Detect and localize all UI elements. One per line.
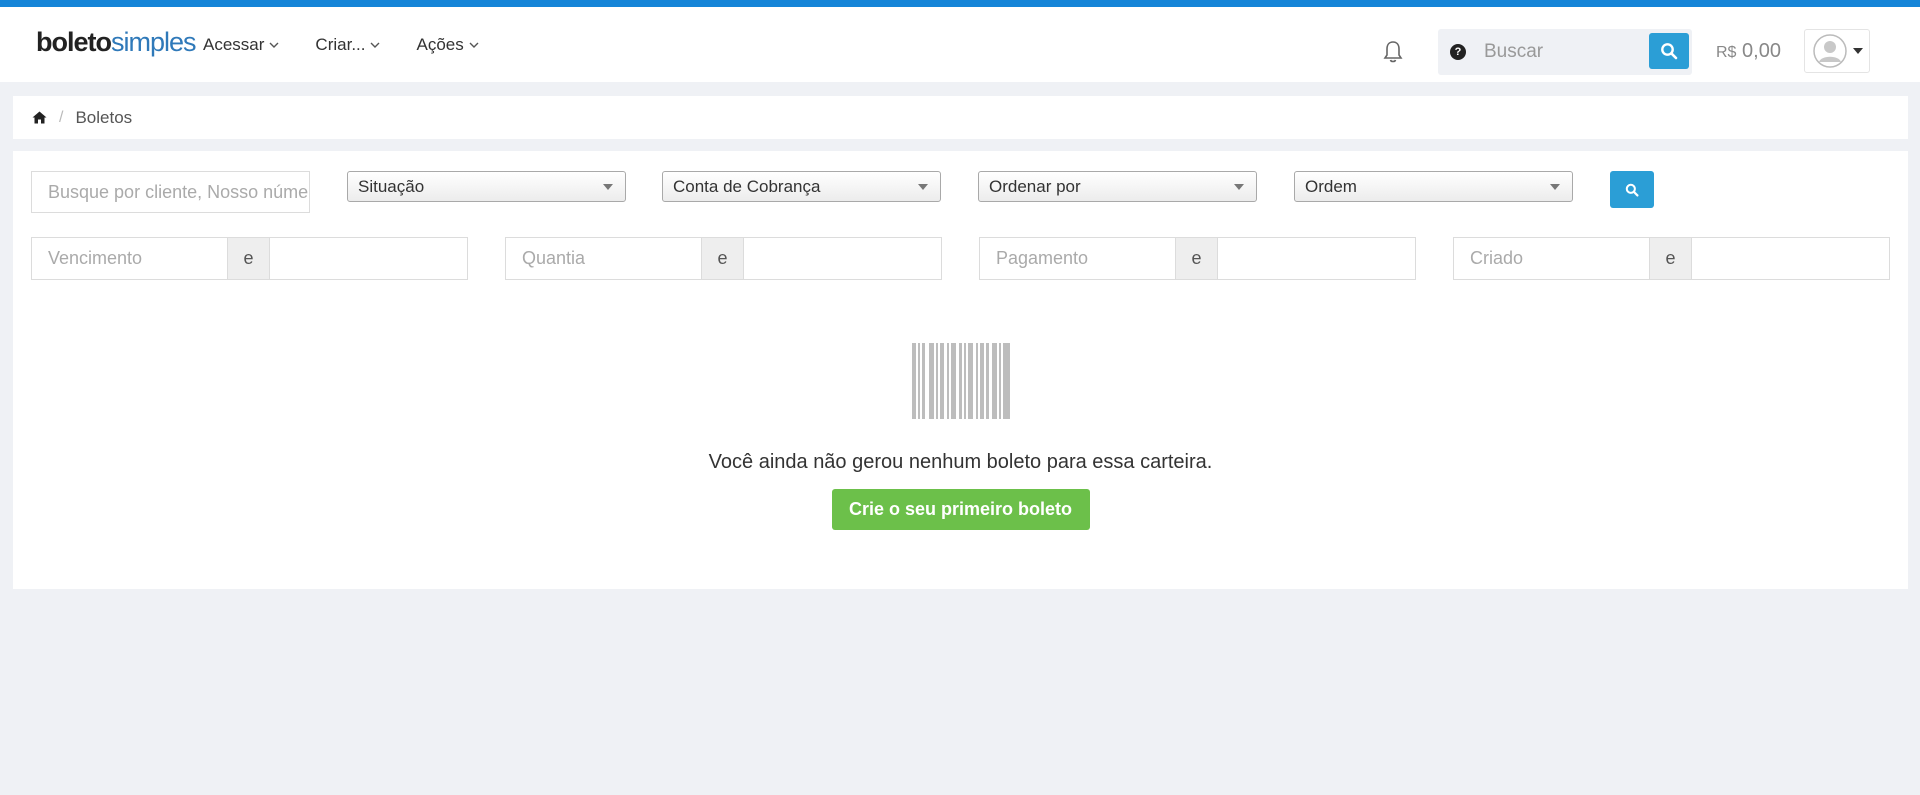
logo-part1: boleto <box>36 27 112 57</box>
range-separator: e <box>1649 237 1692 280</box>
breadcrumb: / Boletos <box>13 96 1908 139</box>
empty-state-message: Você ainda não gerou nenhum boleto para … <box>708 451 1213 473</box>
select-label: Ordem <box>1305 176 1357 196</box>
range-separator: e <box>1175 237 1218 280</box>
range-separator: e <box>227 237 270 280</box>
ordem-select[interactable]: Ordem <box>1294 171 1573 202</box>
boletos-panel: Situação Conta de Cobrança Ordenar por O… <box>13 151 1908 589</box>
chevron-down-icon <box>370 42 380 48</box>
select-label: Situação <box>358 176 425 196</box>
criado-to-input[interactable] <box>1692 237 1890 280</box>
chevron-down-icon <box>469 42 479 48</box>
nav-item-label: Acessar <box>203 35 265 54</box>
breadcrumb-separator: / <box>59 108 64 126</box>
barcode-icon <box>911 343 1010 419</box>
nav-item-label: Criar... <box>315 35 366 54</box>
brand-logo[interactable]: boletosimples <box>36 27 197 57</box>
nav-item-acessar[interactable]: Acessar <box>203 35 279 55</box>
nav-item-label: Ações <box>416 35 464 54</box>
vencimento-to-input[interactable] <box>270 237 468 280</box>
pagamento-to-input[interactable] <box>1218 237 1416 280</box>
balance-value: 0,00 <box>1742 40 1781 62</box>
breadcrumb-current: Boletos <box>75 107 133 127</box>
select-label: Conta de Cobrança <box>673 176 821 196</box>
quantia-from-input[interactable] <box>505 237 701 280</box>
nav-item-acoes[interactable]: Ações <box>416 35 479 55</box>
select-arrow-icon <box>1234 184 1244 190</box>
conta-cobranca-select[interactable]: Conta de Cobrança <box>662 171 941 202</box>
navbar: boletosimples Acessar Criar... Ações ? R… <box>0 7 1920 82</box>
home-icon[interactable] <box>32 111 47 124</box>
vencimento-range: e <box>31 237 468 280</box>
criado-from-input[interactable] <box>1453 237 1649 280</box>
pagamento-from-input[interactable] <box>979 237 1175 280</box>
user-menu-button[interactable] <box>1804 29 1870 73</box>
boleto-search-input[interactable] <box>31 171 310 213</box>
bell-icon[interactable] <box>1382 40 1404 64</box>
empty-state: Você ainda não gerou nenhum boleto para … <box>13 343 1908 530</box>
caret-down-icon <box>1853 48 1863 54</box>
global-search-button[interactable] <box>1649 33 1689 69</box>
criado-range: e <box>1453 237 1890 280</box>
quantia-range: e <box>505 237 942 280</box>
pagamento-range: e <box>979 237 1416 280</box>
vencimento-from-input[interactable] <box>31 237 227 280</box>
account-balance: R$ 0,00 <box>1716 40 1781 63</box>
quantia-to-input[interactable] <box>744 237 942 280</box>
select-arrow-icon <box>1550 184 1560 190</box>
nav-item-criar[interactable]: Criar... <box>315 35 380 55</box>
range-separator: e <box>701 237 744 280</box>
global-search-input[interactable] <box>1484 41 1644 63</box>
filter-search-button[interactable] <box>1610 171 1654 208</box>
situacao-select[interactable]: Situação <box>347 171 626 202</box>
chevron-down-icon <box>269 42 279 48</box>
main-nav: Acessar Criar... Ações <box>203 35 515 55</box>
search-icon <box>1625 183 1639 197</box>
select-arrow-icon <box>918 184 928 190</box>
top-accent-bar <box>0 0 1920 7</box>
logo-part2: simples <box>111 27 197 57</box>
help-icon[interactable]: ? <box>1450 44 1466 60</box>
select-arrow-icon <box>603 184 613 190</box>
select-label: Ordenar por <box>989 176 1081 196</box>
avatar <box>1813 34 1847 68</box>
balance-currency: R$ <box>1716 44 1737 61</box>
search-icon <box>1661 43 1678 60</box>
create-first-boleto-button[interactable]: Crie o seu primeiro boleto <box>831 489 1090 530</box>
ordenar-por-select[interactable]: Ordenar por <box>978 171 1257 202</box>
